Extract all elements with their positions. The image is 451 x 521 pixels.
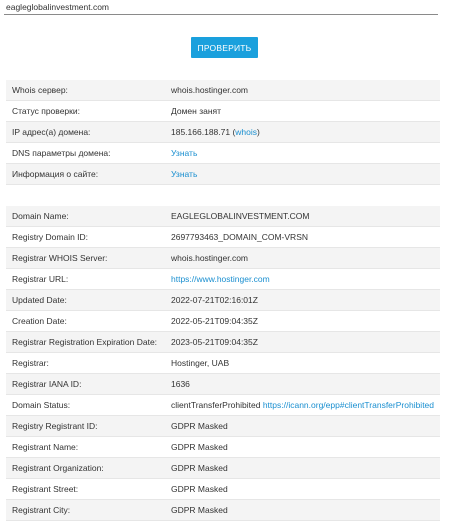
table-row: Registrant City: GDPR Masked [6,500,440,521]
row-value: GDPR Masked [171,421,228,431]
row-label: Registry Domain ID: [12,232,89,242]
row-value: GDPR Masked [171,505,228,515]
row-value: 2697793463_DOMAIN_COM-VRSN [171,232,309,242]
table-row: Registrant Name: GDPR Masked [6,437,440,458]
table-row: Registrar URL: https://www.hostinger.com [6,269,440,290]
ip-address-value: 185.166.188.71 [171,127,231,137]
row-label: DNS параметры домена: [12,148,111,158]
row-label: Registrar IANA ID: [12,379,82,389]
row-label: Registrar WHOIS Server: [12,253,108,263]
domain-status-link[interactable]: https://icann.org/epp#clientTransferProh… [263,400,434,410]
whois-table: Domain Name: EAGLEGLOBALINVESTMENT.COM R… [6,206,440,521]
table-row-whois-server: Whois сервер: whois.hostinger.com [6,80,440,101]
domain-search-input[interactable] [4,0,438,15]
row-value: Hostinger, UAB [171,358,230,368]
row-value: 2022-07-21T02:16:01Z [171,295,258,305]
table-row: Registrar: Hostinger, UAB [6,353,440,374]
paren-close: ) [257,127,260,137]
table-row-dns: DNS параметры домена: Узнать [6,143,440,164]
check-button[interactable]: ПРОВЕРИТЬ [191,37,258,58]
table-row: Domain Status: clientTransferProhibited … [6,395,440,416]
row-value: whois.hostinger.com [171,253,249,263]
row-label: Registrant City: [12,505,71,515]
row-value: GDPR Masked [171,442,228,452]
row-label: Registrar: [12,358,49,368]
row-label: Registry Registrant ID: [12,421,98,431]
row-value: Домен занят [171,106,222,116]
dns-learn-link[interactable]: Узнать [171,148,197,158]
table-row-check-status: Статус проверки: Домен занят [6,101,440,122]
row-label: Updated Date: [12,295,67,305]
site-info-learn-link[interactable]: Узнать [171,169,197,179]
row-label: IP адрес(а) домена: [12,127,91,137]
row-label: Registrant Street: [12,484,79,494]
row-label: Domain Name: [12,211,69,221]
domain-status-value: clientTransferProhibited [171,400,263,410]
row-label: Registrant Name: [12,442,79,452]
row-label: Whois сервер: [12,85,68,95]
row-label: Creation Date: [12,316,67,326]
ip-whois-link[interactable]: whois [235,127,257,137]
table-row-ip-address: IP адрес(а) домена: 185.166.188.71 (whoi… [6,122,440,143]
table-row: Registry Registrant ID: GDPR Masked [6,416,440,437]
table-row: Registrar IANA ID: 1636 [6,374,440,395]
table-row: Registrant Street: GDPR Masked [6,479,440,500]
row-label: Registrar URL: [12,274,69,284]
table-row: Creation Date: 2022-05-21T09:04:35Z [6,311,440,332]
row-value: EAGLEGLOBALINVESTMENT.COM [171,211,310,221]
row-value: 1636 [171,379,190,389]
row-value: 2023-05-21T09:04:35Z [171,337,258,347]
row-value: GDPR Masked [171,484,228,494]
summary-table: Whois сервер: whois.hostinger.com Статус… [6,80,440,185]
row-value: 185.166.188.71 (whois) [171,127,440,137]
table-row: Updated Date: 2022-07-21T02:16:01Z [6,290,440,311]
table-row: Domain Name: EAGLEGLOBALINVESTMENT.COM [6,206,440,227]
row-label: Информация о сайте: [12,169,99,179]
table-row: Registrar Registration Expiration Date: … [6,332,440,353]
table-row: Registrar WHOIS Server: whois.hostinger.… [6,248,440,269]
row-label: Registrar Registration Expiration Date: [12,337,158,347]
row-value: GDPR Masked [171,463,228,473]
row-value: 2022-05-21T09:04:35Z [171,316,258,326]
table-row: Registry Domain ID: 2697793463_DOMAIN_CO… [6,227,440,248]
row-value: whois.hostinger.com [171,85,249,95]
row-label: Статус проверки: [12,106,80,116]
row-label: Registrant Organization: [12,463,104,473]
table-row: Registrant Organization: GDPR Masked [6,458,440,479]
row-value: clientTransferProhibited https://icann.o… [171,400,440,410]
registrar-url-link[interactable]: https://www.hostinger.com [171,274,270,284]
row-label: Domain Status: [12,400,71,410]
table-row-site-info: Информация о сайте: Узнать [6,164,440,185]
